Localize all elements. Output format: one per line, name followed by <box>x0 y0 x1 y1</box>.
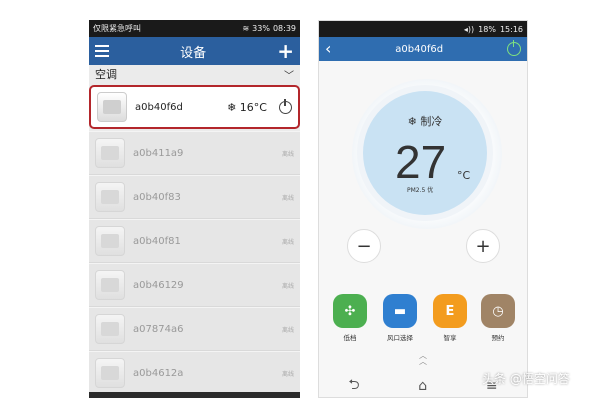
ac-control-screen: ◂)) 18% 15:16 ‹ a0b40f6d ❄ 制冷 27 °C PM2.… <box>318 20 528 398</box>
temperature-dial: ❄ 制冷 27 °C PM2.5 优 <box>363 91 487 215</box>
vent-icon: ▬ <box>383 294 417 328</box>
temperature-value: 27 <box>395 136 447 188</box>
ac-thumbnail-icon <box>95 226 125 256</box>
status-bar: 仅限紧急呼叫 ≋ 33% 08:39 <box>89 20 300 37</box>
battery-percent: 18% <box>478 24 496 34</box>
back-arrow-icon[interactable]: ‹ <box>325 41 331 57</box>
ac-thumbnail-icon <box>95 358 125 388</box>
wifi-icon: ≋ <box>242 24 250 33</box>
power-icon[interactable] <box>506 40 521 56</box>
status-bar: ◂)) 18% 15:16 <box>319 21 527 37</box>
device-status: 离线 <box>281 238 294 246</box>
fan-speed-label: 低档 <box>343 334 357 342</box>
chevron-up-icon[interactable]: ︿ ︿ <box>319 352 527 366</box>
app-header: 设备 + <box>89 37 300 65</box>
device-name: a0b4612a <box>133 367 184 379</box>
clock: 15:16 <box>499 24 523 34</box>
device-status: 离线 <box>281 326 294 334</box>
decrease-temp-button[interactable]: − <box>347 229 381 263</box>
category-label: 空调 <box>95 68 117 81</box>
app-header: ‹ a0b40f6d <box>319 37 527 61</box>
ac-thumbnail-icon <box>95 270 125 300</box>
temperature-unit: °C <box>457 169 471 182</box>
device-item[interactable]: a0b40f83 离线 <box>89 175 300 219</box>
device-item[interactable]: a0b40f81 离线 <box>89 219 300 263</box>
increase-temp-button[interactable]: + <box>466 229 500 263</box>
page-title: 设备 <box>180 45 207 61</box>
ac-thumbnail-icon <box>97 92 127 122</box>
device-temperature: ❄ 16°C <box>227 100 267 114</box>
device-item-active[interactable]: a0b40f6d ❄ 16°C <box>89 85 300 129</box>
category-header[interactable]: 空调 ﹀ <box>89 65 300 83</box>
schedule-label: 预约 <box>491 334 505 342</box>
menu-icon[interactable] <box>95 45 109 57</box>
device-name: a0b40f81 <box>133 235 181 247</box>
device-name: a0b40f6d <box>135 101 183 113</box>
ac-thumbnail-icon <box>95 314 125 344</box>
page-title: a0b40f6d <box>395 43 444 55</box>
back-nav-icon[interactable]: ⮌ <box>348 374 359 397</box>
mode-label[interactable]: ❄ 制冷 <box>363 113 487 129</box>
chevron-down-icon[interactable]: ﹀ <box>284 67 294 82</box>
device-name: a0b46129 <box>133 279 184 291</box>
ac-thumbnail-icon <box>95 138 125 168</box>
device-item[interactable]: a0b4612a 离线 <box>89 351 300 395</box>
signal-icon: ◂)) <box>463 24 475 34</box>
device-status: 离线 <box>281 282 294 290</box>
battery-percent: 33% <box>252 24 270 33</box>
fan-icon: ✣ <box>333 294 367 328</box>
device-status: 离线 <box>281 150 294 158</box>
clock: 08:39 <box>272 24 296 33</box>
vent-select-label: 风口选择 <box>387 334 413 342</box>
vent-select-button[interactable]: ▬ 风口选择 <box>381 294 419 342</box>
smart-label: 智享 <box>443 334 457 342</box>
device-name: a0b411a9 <box>133 147 184 159</box>
watermark: 头条 @悟空问答 <box>482 372 570 386</box>
status-text: 仅限紧急呼叫 <box>93 24 141 33</box>
bottom-bar <box>89 392 300 398</box>
power-icon[interactable] <box>279 98 292 114</box>
home-nav-icon[interactable]: ⌂ <box>418 378 427 394</box>
schedule-button[interactable]: ◷ 预约 <box>479 294 517 342</box>
smart-button[interactable]: E 智享 <box>431 294 469 342</box>
clock-icon: ◷ <box>481 294 515 328</box>
device-status: 离线 <box>281 370 294 378</box>
pm25-label: PM2.5 优 <box>407 187 434 194</box>
device-item[interactable]: a0b411a9 离线 <box>89 131 300 175</box>
device-list-screen: 仅限紧急呼叫 ≋ 33% 08:39 设备 + 空调 ﹀ a0b40f6d ❄ … <box>89 20 300 398</box>
device-status: 离线 <box>281 194 294 202</box>
add-device-button[interactable]: + <box>277 41 294 61</box>
device-name: a0b40f83 <box>133 191 181 203</box>
ac-thumbnail-icon <box>95 182 125 212</box>
fan-speed-button[interactable]: ✣ 低档 <box>331 294 369 342</box>
device-name: a07874a6 <box>133 323 184 335</box>
smart-e-icon: E <box>433 294 467 328</box>
device-item[interactable]: a07874a6 离线 <box>89 307 300 351</box>
device-item[interactable]: a0b46129 离线 <box>89 263 300 307</box>
